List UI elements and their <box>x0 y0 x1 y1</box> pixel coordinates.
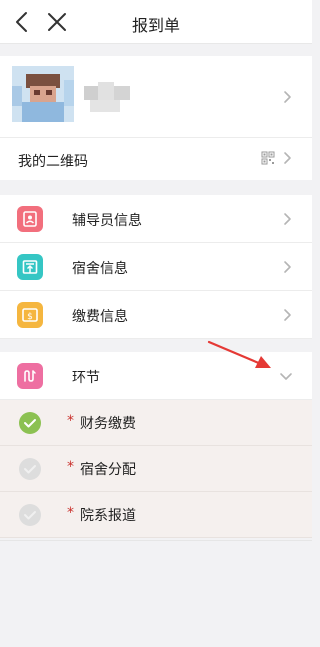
process-label: 环节 <box>72 370 100 386</box>
page-title: 报到单 <box>131 16 180 35</box>
required-marker: * <box>67 459 74 475</box>
payment-icon: $ <box>17 302 43 328</box>
menu-item-label: 缴费信息 <box>72 309 128 325</box>
step-label: 院系报道 <box>80 508 136 524</box>
chevron-down-icon[interactable] <box>279 369 293 383</box>
qr-code-icon <box>261 151 275 165</box>
route-icon <box>17 363 43 389</box>
check-circle-icon <box>19 458 41 480</box>
step-item-dorm[interactable]: * 宿舍分配 <box>0 446 312 492</box>
check-circle-icon <box>19 504 41 526</box>
chevron-right-icon <box>284 261 291 273</box>
step-label: 宿舍分配 <box>80 462 136 478</box>
chevron-right-icon <box>284 91 291 103</box>
required-marker: * <box>67 413 74 429</box>
page-bottom-area <box>0 540 312 647</box>
profile-card[interactable] <box>0 56 312 138</box>
svg-text:$: $ <box>27 312 33 322</box>
menu-item-counselor-info[interactable]: 辅导员信息 <box>0 195 312 243</box>
chevron-right-icon <box>284 309 291 321</box>
chevron-right-icon <box>284 152 291 164</box>
menu-item-label: 辅导员信息 <box>72 213 142 229</box>
building-icon <box>17 254 43 280</box>
step-label: 财务缴费 <box>80 416 136 432</box>
qr-code-label: 我的二维码 <box>18 154 88 170</box>
username-obscured <box>84 78 130 114</box>
step-item-finance[interactable]: * 财务缴费 <box>0 400 312 446</box>
menu-item-payment-info[interactable]: $ 缴费信息 <box>0 291 312 339</box>
id-card-icon <box>17 206 43 232</box>
menu-item-label: 宿舍信息 <box>72 261 128 277</box>
avatar <box>12 66 74 122</box>
check-circle-icon <box>19 412 41 434</box>
step-item-department[interactable]: * 院系报道 <box>0 492 312 538</box>
menu-item-dorm-info[interactable]: 宿舍信息 <box>0 243 312 291</box>
nav-bar: 报到单 <box>0 0 312 44</box>
chevron-right-icon <box>284 213 291 225</box>
annotation-arrow-icon <box>207 340 271 368</box>
required-marker: * <box>67 505 74 521</box>
